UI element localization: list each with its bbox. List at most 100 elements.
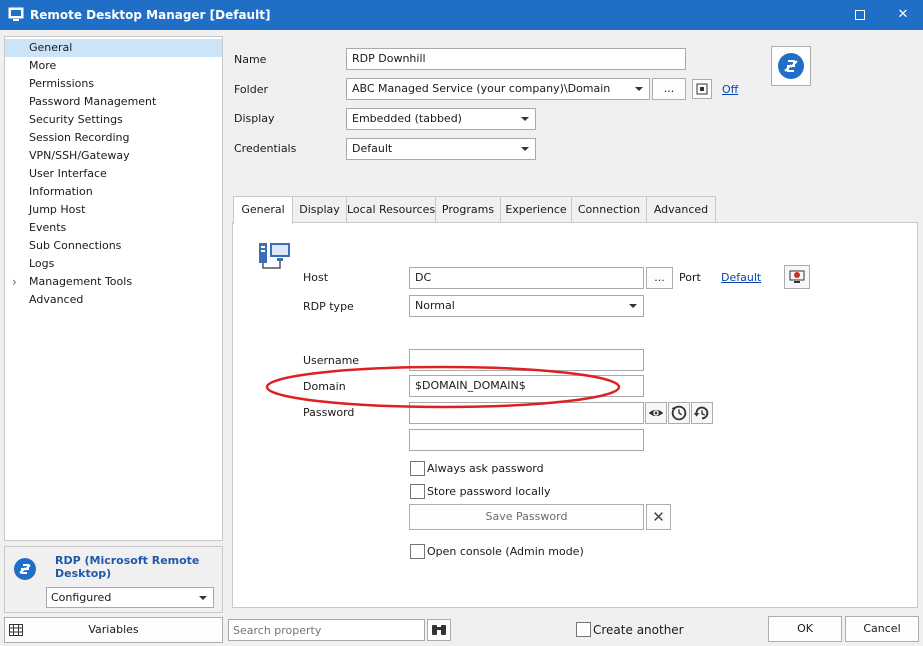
close-window-button[interactable]: ✕ (883, 0, 923, 30)
nav-item-vpn-ssh-gateway[interactable]: VPN/SSH/Gateway (5, 147, 222, 165)
chevron-down-icon (629, 304, 637, 308)
rdp-type-label: RDP type (303, 300, 354, 313)
maximize-icon (855, 10, 865, 20)
folder-value: ABC Managed Service (your company)\Domai… (352, 82, 611, 95)
nav-item-general[interactable]: General (5, 39, 222, 57)
show-password-icon[interactable] (645, 402, 667, 424)
credentials-select[interactable]: Default (346, 138, 536, 160)
port-default-link[interactable]: Default (721, 271, 761, 284)
tab-general[interactable]: General (233, 196, 293, 224)
generate-password-icon[interactable] (668, 402, 690, 424)
close-icon: ✕ (897, 7, 909, 22)
nav-item-user-interface[interactable]: User Interface (5, 165, 222, 183)
tab-label: Local Resources (347, 203, 436, 216)
display-value: Embedded (tabbed) (352, 112, 462, 125)
nav-item-label: Advanced (29, 293, 84, 306)
tab-experience[interactable]: Experience (500, 196, 572, 223)
name-input[interactable]: RDP Downhill (346, 48, 686, 70)
nav-item-security-settings[interactable]: Security Settings (5, 111, 222, 129)
nav-item-label: Security Settings (29, 113, 123, 126)
nav-item-label: Session Recording (29, 131, 130, 144)
nav-item-label: Information (29, 185, 93, 198)
nav-item-management-tools[interactable]: › Management Tools (5, 273, 222, 291)
nav-item-label: VPN/SSH/Gateway (29, 149, 130, 162)
rdp-icon (14, 558, 36, 580)
nav-item-label: User Interface (29, 167, 107, 180)
always-ask-password-checkbox[interactable] (410, 461, 425, 476)
annotation-ellipse (265, 365, 621, 409)
tab-label: Programs (441, 203, 495, 216)
entry-type-panel: RDP (Microsoft Remote Desktop) Configure… (4, 546, 223, 613)
host-browse-button[interactable]: ... (646, 267, 673, 289)
password-history-icon[interactable] (691, 402, 713, 424)
entry-type-status-select[interactable]: Configured (46, 587, 214, 608)
tab-programs[interactable]: Programs (435, 196, 501, 223)
entry-type-title: RDP (Microsoft Remote Desktop) (55, 554, 200, 580)
app-window-icon (8, 7, 24, 21)
create-another-checkbox[interactable] (576, 622, 591, 637)
folder-browse-button[interactable]: ... (652, 78, 686, 100)
nav-item-label: Permissions (29, 77, 95, 90)
variables-label: Variables (88, 623, 139, 636)
search-property-input[interactable] (228, 619, 425, 641)
name-value: RDP Downhill (352, 52, 426, 65)
ok-button[interactable]: OK (768, 616, 842, 642)
variables-button[interactable]: Variables (4, 617, 223, 643)
chevron-down-icon (635, 87, 643, 91)
name-label: Name (234, 53, 267, 66)
browse-label: ... (654, 271, 665, 284)
maximize-button[interactable] (840, 0, 880, 30)
folder-label: Folder (234, 83, 268, 96)
window-title: Remote Desktop Manager [Default] (30, 8, 271, 22)
host-value: DC (415, 271, 432, 284)
save-password-label: Save Password (485, 510, 568, 523)
open-console-checkbox[interactable] (410, 544, 425, 559)
nav-item-permissions[interactable]: Permissions (5, 75, 222, 93)
tab-display[interactable]: Display (292, 196, 347, 223)
folder-select[interactable]: ABC Managed Service (your company)\Domai… (346, 78, 650, 100)
computer-network-icon (259, 243, 290, 269)
display-select[interactable]: Embedded (tabbed) (346, 108, 536, 130)
nav-item-label: Logs (29, 257, 55, 270)
store-password-locally-checkbox[interactable] (410, 484, 425, 499)
display-label: Display (234, 112, 275, 125)
credentials-value: Default (352, 142, 393, 155)
nav-item-jump-host[interactable]: Jump Host (5, 201, 222, 219)
folder-options-icon[interactable] (692, 79, 712, 99)
clear-password-button[interactable]: ✕ (646, 504, 671, 530)
cancel-button[interactable]: Cancel (845, 616, 919, 642)
grid-icon (9, 624, 23, 636)
binoculars-icon[interactable] (427, 619, 451, 641)
tab-label: Connection (577, 203, 641, 216)
port-label: Port (679, 271, 701, 284)
folder-off-link[interactable]: Off (722, 83, 738, 96)
tab-advanced[interactable]: Advanced (646, 196, 716, 223)
ok-label: OK (797, 622, 813, 635)
remote-monitor-icon[interactable] (784, 265, 810, 289)
nav-item-more[interactable]: More (5, 57, 222, 75)
create-another-label: Create another (593, 623, 684, 637)
nav-item-label: More (29, 59, 57, 72)
tab-label: Display (299, 203, 340, 216)
nav-item-password-management[interactable]: Password Management (5, 93, 222, 111)
nav-item-events[interactable]: Events (5, 219, 222, 237)
host-input[interactable]: DC (409, 267, 644, 289)
nav-item-logs[interactable]: Logs (5, 255, 222, 273)
tab-label: Experience (505, 203, 567, 216)
nav-item-label: Events (29, 221, 67, 234)
nav-item-information[interactable]: Information (5, 183, 222, 201)
password-confirm-input[interactable] (409, 429, 644, 451)
cancel-label: Cancel (863, 622, 901, 635)
nav-item-sub-connections[interactable]: Sub Connections (5, 237, 222, 255)
nav-item-session-recording[interactable]: Session Recording (5, 129, 222, 147)
chevron-down-icon (199, 596, 207, 600)
rdp-type-select[interactable]: Normal (409, 295, 644, 317)
chevron-right-icon[interactable]: › (12, 273, 17, 291)
save-password-button[interactable]: Save Password (409, 504, 644, 530)
entry-icon-button[interactable] (771, 46, 811, 86)
tab-local-resources[interactable]: Local Resources (346, 196, 436, 223)
nav-item-advanced[interactable]: Advanced (5, 291, 222, 309)
rdp-type-value: Normal (415, 299, 455, 312)
tab-connection[interactable]: Connection (571, 196, 647, 223)
nav-item-label: Management Tools (29, 275, 133, 288)
